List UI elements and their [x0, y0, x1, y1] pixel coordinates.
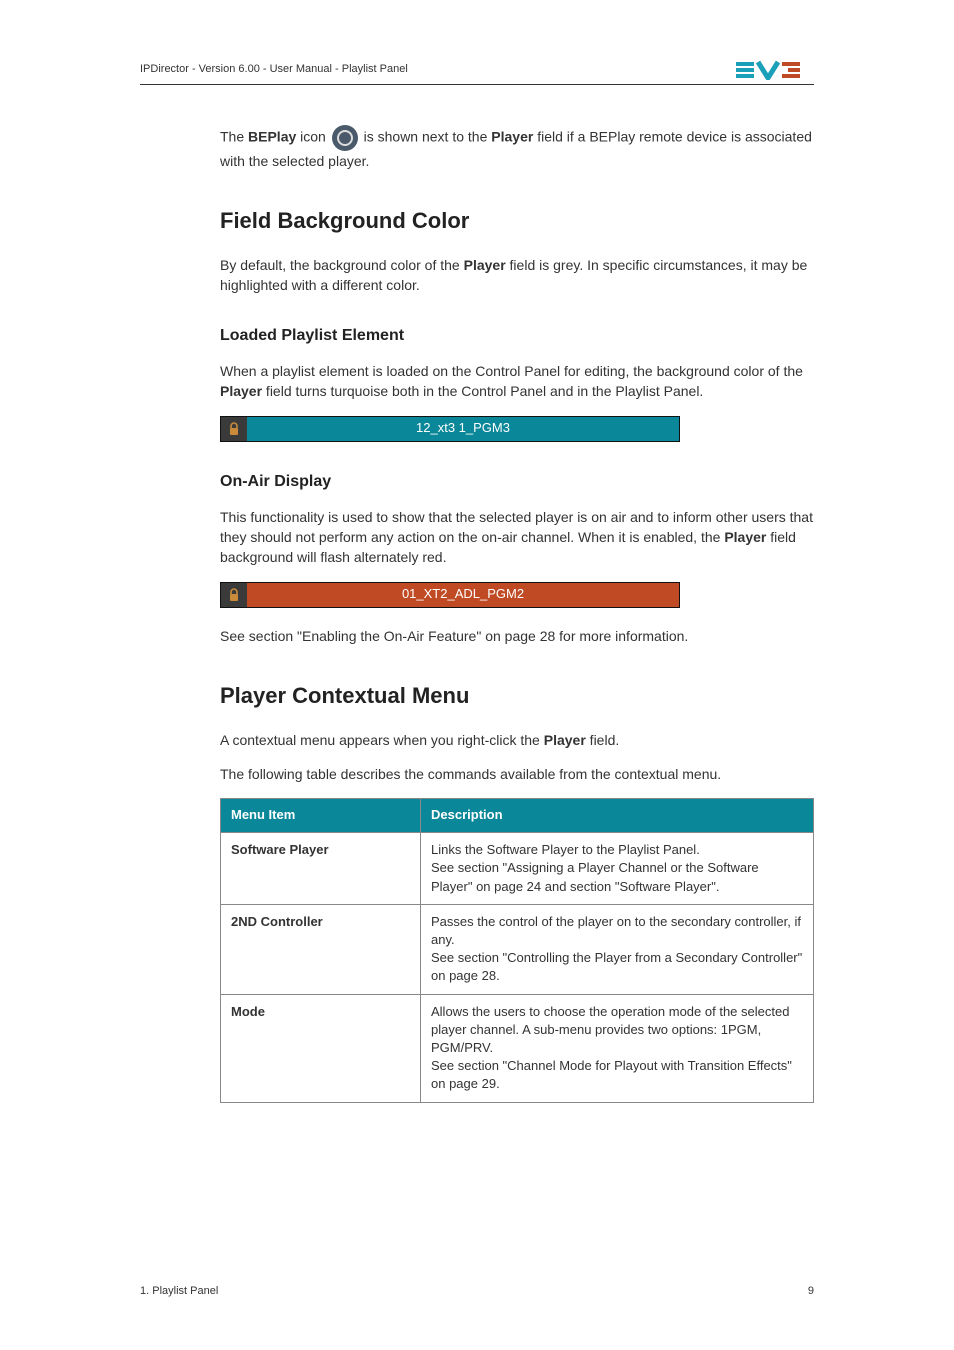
- cell-desc: Passes the control of the player on to t…: [421, 904, 814, 994]
- text: field turns turquoise both in the Contro…: [262, 383, 703, 399]
- beplay-icon: [332, 125, 358, 151]
- page-footer: 1. Playlist Panel 9: [140, 1284, 814, 1300]
- player-word: Player: [491, 129, 533, 145]
- beplay-word: BEPlay: [248, 129, 296, 145]
- menu-para2: The following table describes the comman…: [220, 764, 814, 784]
- loaded-paragraph: When a playlist element is loaded on the…: [220, 361, 814, 402]
- heading-field-background: Field Background Color: [220, 205, 814, 237]
- player-field-turquoise: 12_xt3 1_PGM3: [220, 416, 680, 442]
- lock-icon: [221, 417, 247, 441]
- text: icon: [296, 129, 329, 145]
- th-description: Description: [421, 799, 814, 833]
- menu-para1: A contextual menu appears when you right…: [220, 730, 814, 750]
- heading-player-contextual: Player Contextual Menu: [220, 680, 814, 712]
- lock-icon: [221, 583, 247, 607]
- player-field-text: 12_xt3 1_PGM3: [247, 419, 679, 438]
- cell-item: 2ND Controller: [221, 904, 421, 994]
- page-header: IPDirector - Version 6.00 - User Manual …: [140, 60, 814, 85]
- contextual-menu-table: Menu Item Description Software Player Li…: [220, 798, 814, 1102]
- footer-left: 1. Playlist Panel: [140, 1284, 218, 1300]
- text: is shown next to the: [360, 129, 492, 145]
- table-row: Mode Allows the users to choose the oper…: [221, 994, 814, 1102]
- text: By default, the background color of the: [220, 257, 464, 273]
- table-row: Software Player Links the Software Playe…: [221, 833, 814, 905]
- intro-paragraph: The BEPlay icon is shown next to the Pla…: [220, 125, 814, 171]
- fieldbg-paragraph: By default, the background color of the …: [220, 255, 814, 296]
- text: When a playlist element is loaded on the…: [220, 363, 803, 379]
- text: A contextual menu appears when you right…: [220, 732, 544, 748]
- heading-onair: On-Air Display: [220, 470, 814, 493]
- th-menu-item: Menu Item: [221, 799, 421, 833]
- player-word: Player: [220, 383, 262, 399]
- onair-paragraph: This functionality is used to show that …: [220, 507, 814, 568]
- heading-loaded-playlist: Loaded Playlist Element: [220, 324, 814, 347]
- player-word: Player: [724, 529, 766, 545]
- cell-desc: Links the Software Player to the Playlis…: [421, 833, 814, 905]
- footer-page-number: 9: [808, 1284, 814, 1300]
- cell-item: Mode: [221, 994, 421, 1102]
- text: field.: [586, 732, 619, 748]
- text: The: [220, 129, 248, 145]
- player-word: Player: [464, 257, 506, 273]
- cell-item: Software Player: [221, 833, 421, 905]
- header-breadcrumb: IPDirector - Version 6.00 - User Manual …: [140, 62, 408, 78]
- player-word: Player: [544, 732, 586, 748]
- cell-desc: Allows the users to choose the operation…: [421, 994, 814, 1102]
- evs-logo-icon: [736, 60, 814, 80]
- table-row: 2ND Controller Passes the control of the…: [221, 904, 814, 994]
- player-field-red: 01_XT2_ADL_PGM2: [220, 582, 680, 608]
- player-field-text: 01_XT2_ADL_PGM2: [247, 585, 679, 604]
- onair-see: See section "Enabling the On-Air Feature…: [220, 626, 814, 646]
